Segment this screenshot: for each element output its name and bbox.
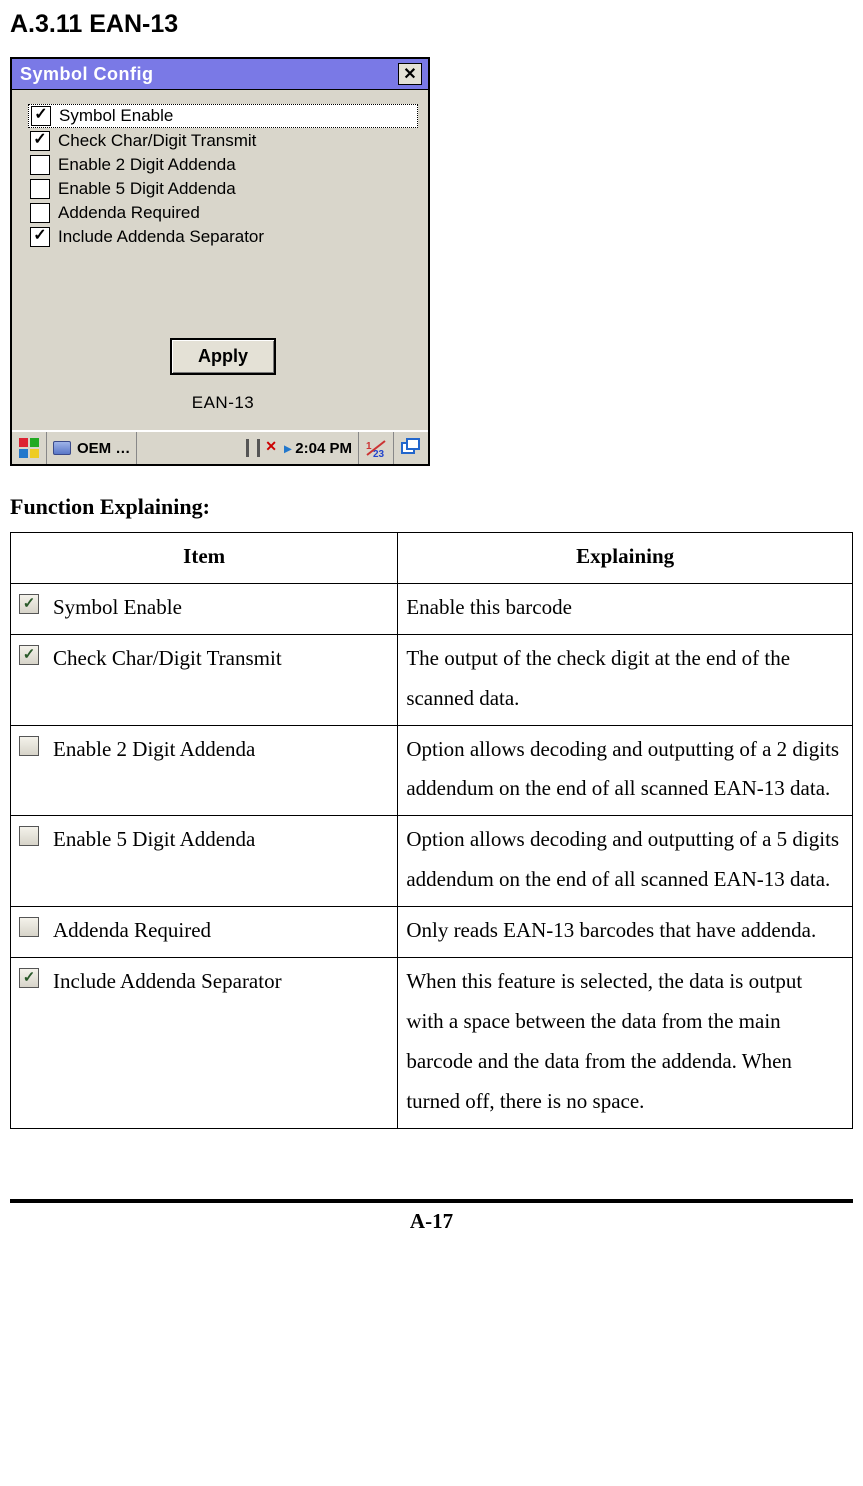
tray-indicator-icon: ▸	[284, 440, 291, 457]
option-row[interactable]: Enable 5 Digit Addenda	[28, 178, 418, 200]
table-row: Enable 2 Digit Addenda Option allows deco…	[11, 725, 853, 816]
checkbox-icon	[19, 736, 39, 756]
window-title: Symbol Config	[20, 64, 154, 85]
table-row: ✓ Include Addenda Separator When this feat…	[11, 958, 853, 1129]
window-titlebar: Symbol Config ✕	[12, 59, 428, 90]
item-label: Addenda Required	[53, 911, 211, 951]
explain-cell: When this feature is selected, the data …	[398, 958, 853, 1129]
network-disconnected-icon	[264, 440, 280, 456]
option-label: Check Char/Digit Transmit	[58, 131, 256, 151]
keyboard-icon: 1 23	[365, 437, 387, 459]
system-tray[interactable]: ▸ 2:04 PM	[137, 432, 359, 464]
symbol-config-window: Symbol Config ✕ ✓ Symbol Enable ✓ Check Cha…	[10, 57, 430, 466]
apply-button[interactable]: Apply	[170, 338, 276, 375]
checkbox-icon: ✓	[19, 968, 39, 988]
explain-cell: The output of the check digit at the end…	[398, 634, 853, 725]
table-header-explaining: Explaining	[398, 533, 853, 584]
footer-rule	[10, 1199, 853, 1203]
svg-text:1: 1	[366, 441, 372, 452]
sip-button[interactable]: 1 23	[359, 432, 394, 464]
option-label: Symbol Enable	[59, 106, 173, 126]
function-explaining-heading: Function Explaining:	[10, 494, 853, 520]
cascade-windows-icon	[400, 437, 422, 459]
option-row[interactable]: Enable 2 Digit Addenda	[28, 154, 418, 176]
checkbox-icon[interactable]: ✓	[30, 227, 50, 247]
option-row[interactable]: ✓ Include Addenda Separator	[28, 226, 418, 248]
table-header-item: Item	[11, 533, 398, 584]
item-label: Enable 2 Digit Addenda	[53, 730, 255, 770]
taskbar-oem-label: OEM …	[77, 440, 130, 457]
section-heading: A.3.11 EAN-13	[10, 10, 853, 39]
close-icon[interactable]: ✕	[398, 63, 422, 85]
explain-cell: Option allows decoding and outputting of…	[398, 725, 853, 816]
explain-cell: Only reads EAN-13 barcodes that have add…	[398, 907, 853, 958]
item-label: Enable 5 Digit Addenda	[53, 820, 255, 860]
function-table: Item Explaining ✓ Symbol Enable Enable thi…	[10, 532, 853, 1129]
checkbox-icon: ✓	[19, 594, 39, 614]
item-cell: ✓ Symbol Enable	[11, 583, 398, 634]
start-button[interactable]	[12, 432, 47, 464]
power-icon	[246, 439, 260, 457]
table-row: Addenda Required Only reads EAN-13 barcod…	[11, 907, 853, 958]
table-row: ✓ Check Char/Digit Transmit The output of …	[11, 634, 853, 725]
checkbox-icon	[19, 826, 39, 846]
item-cell: ✓ Check Char/Digit Transmit	[11, 634, 398, 725]
option-label: Include Addenda Separator	[58, 227, 264, 247]
checkbox-icon[interactable]	[30, 155, 50, 175]
explain-cell: Option allows decoding and outputting of…	[398, 816, 853, 907]
item-cell: ✓ Include Addenda Separator	[11, 958, 398, 1129]
option-row[interactable]: ✓ Symbol Enable	[28, 104, 418, 128]
item-cell: Enable 2 Digit Addenda	[11, 725, 398, 816]
desktop-button[interactable]	[394, 432, 428, 464]
table-row: Enable 5 Digit Addenda Option allows deco…	[11, 816, 853, 907]
checkbox-icon	[19, 917, 39, 937]
item-label: Check Char/Digit Transmit	[53, 639, 282, 679]
item-label: Include Addenda Separator	[53, 962, 282, 1002]
option-label: Addenda Required	[58, 203, 200, 223]
item-label: Symbol Enable	[53, 588, 182, 628]
taskbar-oem-button[interactable]: OEM …	[47, 432, 137, 464]
windows-logo-icon	[18, 437, 40, 459]
checkbox-icon[interactable]	[30, 203, 50, 223]
taskbar-clock: 2:04 PM	[295, 440, 352, 457]
option-label: Enable 5 Digit Addenda	[58, 179, 236, 199]
page-number: A-17	[10, 1209, 853, 1234]
svg-text:23: 23	[373, 449, 385, 459]
explain-cell: Enable this barcode	[398, 583, 853, 634]
option-label: Enable 2 Digit Addenda	[58, 155, 236, 175]
checkbox-icon[interactable]	[30, 179, 50, 199]
taskbar: OEM … ▸ 2:04 PM 1 23	[12, 430, 428, 464]
checkbox-icon[interactable]: ✓	[31, 106, 51, 126]
table-row: ✓ Symbol Enable Enable this barcode	[11, 583, 853, 634]
oem-app-icon	[53, 441, 71, 455]
option-row[interactable]: Addenda Required	[28, 202, 418, 224]
option-row[interactable]: ✓ Check Char/Digit Transmit	[28, 130, 418, 152]
window-client-area: ✓ Symbol Enable ✓ Check Char/Digit Transmit…	[12, 90, 428, 430]
symbology-caption: EAN-13	[28, 393, 418, 413]
checkbox-icon[interactable]: ✓	[30, 131, 50, 151]
checkbox-icon: ✓	[19, 645, 39, 665]
item-cell: Enable 5 Digit Addenda	[11, 816, 398, 907]
item-cell: Addenda Required	[11, 907, 398, 958]
